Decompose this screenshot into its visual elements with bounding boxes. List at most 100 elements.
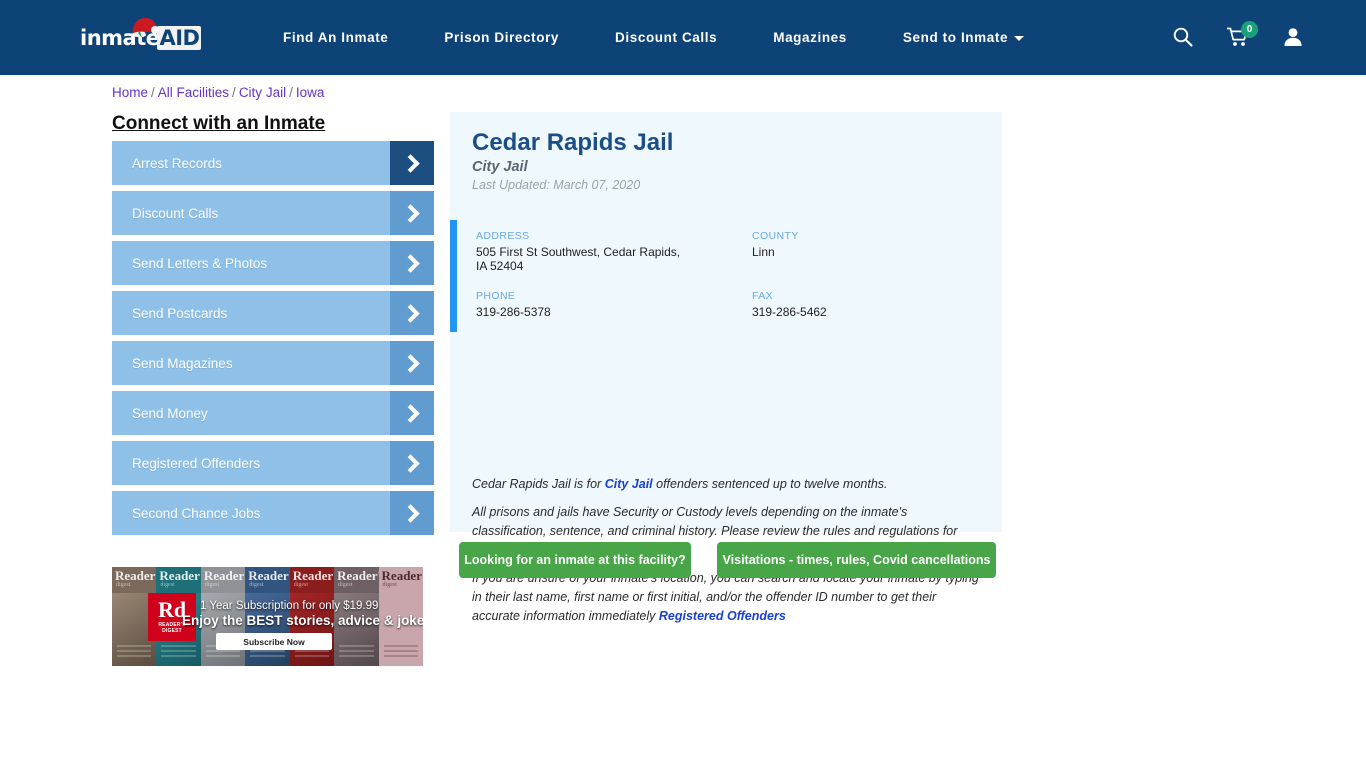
detail-label: ADDRESS bbox=[476, 230, 530, 242]
sidebar-item-label: Send Letters & Photos bbox=[132, 255, 268, 271]
chevron-right-icon bbox=[390, 291, 434, 335]
main-navigation: Find An Inmate Prison Directory Discount… bbox=[255, 0, 1052, 75]
nav-label: Magazines bbox=[773, 30, 847, 45]
logo-wordmark: inmateAID bbox=[80, 26, 202, 50]
detail-accent-bar bbox=[450, 220, 457, 332]
detail-label: FAX bbox=[752, 290, 774, 302]
detail-fax: FAX 319-286-5462 bbox=[752, 290, 986, 319]
sidebar-item-send-postcards[interactable]: Send Postcards bbox=[112, 291, 434, 335]
sidebar-item-label: Send Money bbox=[132, 405, 208, 421]
sidebar-item-discount-calls[interactable]: Discount Calls bbox=[112, 191, 434, 235]
sidebar-item-second-chance-jobs[interactable]: Second Chance Jobs bbox=[112, 491, 434, 535]
cover-text-lines bbox=[161, 645, 196, 660]
paragraph-text: Cedar Rapids Jail is for bbox=[472, 477, 605, 491]
cover-text-lines bbox=[383, 645, 418, 660]
chevron-right-icon bbox=[390, 141, 434, 185]
detail-value: Linn bbox=[752, 245, 775, 259]
cover-subtitle: digest bbox=[160, 582, 175, 588]
breadcrumb-item-city-jail[interactable]: City Jail bbox=[239, 85, 286, 100]
cover-subtitle: digest bbox=[338, 582, 353, 588]
cover-text-lines bbox=[117, 645, 152, 660]
paragraph-text: offenders sentenced up to twelve months. bbox=[652, 477, 888, 491]
city-jail-link[interactable]: City Jail bbox=[605, 477, 653, 491]
detail-address: ADDRESS 505 First St Southwest, Cedar Ra… bbox=[476, 230, 752, 273]
registered-offenders-link[interactable]: Registered Offenders bbox=[659, 609, 786, 623]
cover-title: Reader's bbox=[203, 568, 245, 583]
nav-item-discount-calls[interactable]: Discount Calls bbox=[587, 30, 745, 45]
cover-text-lines bbox=[339, 645, 374, 660]
shopping-cart-icon[interactable]: 0 bbox=[1226, 20, 1258, 50]
logo-text-aid: AID bbox=[157, 26, 202, 50]
sidebar-item-send-magazines[interactable]: Send Magazines bbox=[112, 341, 434, 385]
sidebar-item-label: Second Chance Jobs bbox=[132, 505, 261, 521]
nav-item-magazines[interactable]: Magazines bbox=[745, 30, 875, 45]
facility-last-updated: Last Updated: March 07, 2020 bbox=[472, 178, 641, 192]
nav-label: Prison Directory bbox=[444, 30, 560, 45]
sidebar-menu: Arrest Records Discount Calls Send Lette… bbox=[112, 141, 434, 541]
cover-title: Reader's bbox=[115, 568, 156, 583]
detail-label: PHONE bbox=[476, 290, 516, 302]
nav-label: Find An Inmate bbox=[283, 30, 389, 45]
cover-title: Reader's bbox=[381, 568, 423, 583]
breadcrumb-item-home[interactable]: Home bbox=[112, 85, 148, 100]
chevron-right-icon bbox=[390, 241, 434, 285]
nav-label: Discount Calls bbox=[615, 30, 718, 45]
detail-value: 319-286-5462 bbox=[752, 305, 827, 319]
nav-label: Send to Inmate bbox=[902, 30, 1009, 45]
detail-phone: PHONE 319-286-5378 bbox=[476, 290, 752, 319]
cover-subtitle: digest bbox=[204, 582, 220, 588]
user-account-icon[interactable] bbox=[1282, 26, 1304, 50]
nav-item-find-an-inmate[interactable]: Find An Inmate bbox=[255, 30, 416, 45]
ad-subscribe-button[interactable]: Subscribe Now bbox=[216, 633, 332, 650]
paragraph-text: All prisons and jails have Security or C… bbox=[472, 505, 958, 538]
cover-subtitle: digest bbox=[382, 582, 397, 588]
facility-description-paragraph-1: Cedar Rapids Jail is for City Jail offen… bbox=[472, 475, 980, 494]
sidebar-item-registered-offenders[interactable]: Registered Offenders bbox=[112, 441, 434, 485]
chevron-right-icon bbox=[390, 191, 434, 235]
sidebar-item-label: Arrest Records bbox=[132, 155, 223, 171]
advertisement-banner[interactable]: Reader's digest Reader's digest Reader's… bbox=[112, 567, 423, 666]
cover-subtitle: digest bbox=[116, 582, 131, 588]
header-icon-group: 0 bbox=[1172, 0, 1304, 75]
visitations-button[interactable]: Visitations - times, rules, Covid cancel… bbox=[717, 542, 996, 578]
logo-text-inmate: inmate bbox=[80, 26, 160, 50]
cover-title: Reader's bbox=[248, 568, 289, 583]
breadcrumb-separator: / bbox=[232, 85, 236, 100]
sidebar-title: Connect with an Inmate bbox=[112, 113, 326, 134]
site-header: inmateAID Find An Inmate Prison Director… bbox=[0, 0, 1366, 75]
detail-value: 505 First St Southwest, Cedar Rapids, IA… bbox=[476, 245, 681, 273]
facility-type: City Jail bbox=[472, 159, 528, 175]
detail-label: COUNTY bbox=[752, 230, 799, 242]
facility-info-card: Cedar Rapids Jail City Jail Last Updated… bbox=[450, 112, 1002, 623]
sidebar-item-send-money[interactable]: Send Money bbox=[112, 391, 434, 435]
cover-title: Reader's bbox=[337, 568, 378, 583]
sidebar-item-send-letters-photos[interactable]: Send Letters & Photos bbox=[112, 241, 434, 285]
chevron-right-icon bbox=[390, 391, 434, 435]
detail-value: 319-286-5378 bbox=[476, 305, 551, 319]
sidebar-item-label: Send Magazines bbox=[132, 355, 233, 371]
nav-item-send-to-inmate[interactable]: Send to Inmate bbox=[875, 30, 1052, 45]
find-inmate-button[interactable]: Looking for an inmate at this facility? bbox=[459, 542, 691, 578]
facility-details: ADDRESS 505 First St Southwest, Cedar Ra… bbox=[476, 230, 986, 319]
breadcrumb-separator: / bbox=[151, 85, 155, 100]
cover-title: Reader's bbox=[159, 568, 200, 583]
site-logo[interactable]: inmateAID bbox=[80, 18, 202, 58]
cover-subtitle: digest bbox=[293, 582, 309, 588]
breadcrumb-item-iowa[interactable]: Iowa bbox=[296, 85, 325, 100]
ad-headline: 1 Year Subscription for only $19.99 bbox=[200, 600, 379, 612]
breadcrumb: Home / All Facilities / City Jail / Iowa bbox=[112, 85, 324, 100]
sidebar-item-label: Send Postcards bbox=[132, 305, 228, 321]
facility-name: Cedar Rapids Jail bbox=[472, 129, 674, 156]
chevron-right-icon bbox=[390, 341, 434, 385]
breadcrumb-item-all-facilities[interactable]: All Facilities bbox=[158, 85, 229, 100]
nav-item-prison-directory[interactable]: Prison Directory bbox=[416, 30, 587, 45]
detail-county: COUNTY Linn bbox=[752, 230, 986, 273]
cart-count-badge: 0 bbox=[1241, 20, 1258, 38]
chevron-right-icon bbox=[390, 441, 434, 485]
search-icon[interactable] bbox=[1172, 26, 1194, 50]
sidebar-item-arrest-records[interactable]: Arrest Records bbox=[112, 141, 434, 185]
cover-title: Reader's bbox=[292, 568, 334, 583]
cover-subtitle: digest bbox=[249, 582, 264, 588]
chevron-right-icon bbox=[390, 491, 434, 535]
sidebar-item-label: Registered Offenders bbox=[132, 455, 261, 471]
